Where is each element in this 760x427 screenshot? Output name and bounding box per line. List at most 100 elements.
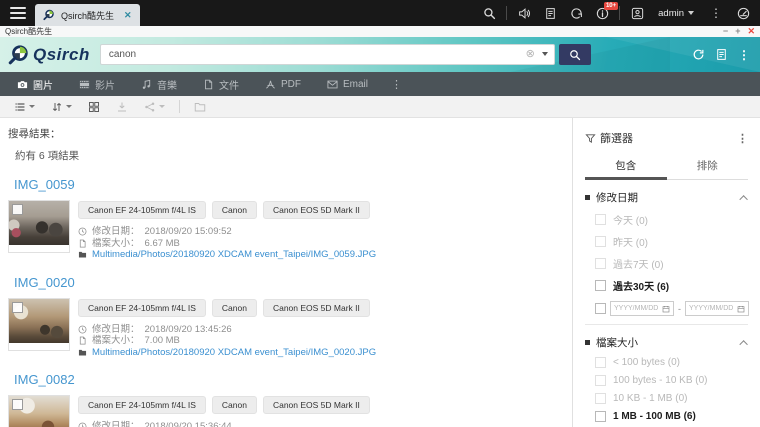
checkbox[interactable] [595, 411, 606, 422]
result-title-link[interactable]: IMG_0059 [14, 177, 75, 192]
search-dropdown-icon[interactable] [542, 52, 548, 56]
tag-pill[interactable]: Canon EF 24-105mm f/4L IS [78, 396, 206, 414]
tab-videos[interactable]: 影片 [66, 72, 128, 96]
tag-pill[interactable]: Canon [212, 299, 257, 317]
checkbox[interactable] [595, 303, 606, 314]
notification-icon[interactable]: 10+ [589, 0, 615, 26]
download-button[interactable] [110, 99, 134, 115]
date-from-input[interactable] [614, 305, 662, 312]
checkbox[interactable] [595, 258, 606, 269]
filter-tab-include[interactable]: 包含 [585, 158, 667, 179]
select-checkbox[interactable] [12, 204, 23, 215]
result-thumbnail[interactable] [8, 395, 70, 427]
chevron-up-icon [739, 195, 747, 203]
close-button[interactable]: ✕ [747, 27, 755, 36]
volume-icon[interactable] [511, 0, 537, 26]
filter-option-100bytes-10kb[interactable]: 100 bytes - 10 KB (0) [585, 375, 748, 386]
tab-music[interactable]: 音樂 [128, 72, 190, 96]
filter-title: 篩選器 [600, 130, 633, 146]
camera-icon [17, 79, 28, 90]
filter-option-past-30-days[interactable]: 過去30天 (6) [585, 278, 748, 293]
result-thumbnail[interactable] [8, 298, 70, 351]
thumbnail-size-button[interactable] [82, 99, 106, 115]
tag-pill[interactable]: Canon [212, 201, 257, 219]
desktop-bar-actions: 10+ admin ⋮ [476, 0, 760, 26]
tab-email[interactable]: Email [314, 72, 381, 96]
date-to-input[interactable] [689, 305, 737, 312]
tab-pdf[interactable]: PDF [252, 72, 314, 96]
calendar-icon[interactable] [737, 305, 745, 313]
header-more-icon[interactable]: ⋮ [738, 48, 750, 62]
filter-option-1mb-100mb[interactable]: 1 MB - 100 MB (6) [585, 411, 748, 422]
result-title-link[interactable]: IMG_0082 [14, 372, 75, 387]
filter-tab-exclude[interactable]: 排除 [667, 158, 749, 179]
search-button[interactable] [559, 44, 591, 65]
qts-desktop: Qsirch酷先生 ✕ 10+ admin ⋮ Qsirch酷先生 − [0, 0, 760, 427]
user-icon[interactable] [624, 0, 650, 26]
tab-documents[interactable]: 文件 [190, 72, 252, 96]
open-folder-button[interactable] [188, 99, 212, 115]
file-path-link[interactable]: Multimedia/Photos/20180920 XDCAM event_T… [92, 249, 376, 261]
checkbox[interactable] [595, 280, 606, 291]
share-icon [144, 101, 156, 113]
section-header[interactable]: 修改日期 [585, 190, 748, 205]
tag-pill[interactable]: Canon EOS 5D Mark II [263, 299, 370, 317]
option-label: 1 MB - 100 MB (6) [613, 411, 696, 422]
tag-pill[interactable]: Canon [212, 396, 257, 414]
tab-label: 圖片 [33, 77, 53, 92]
app-tab-qsirch[interactable]: Qsirch酷先生 ✕ [35, 4, 140, 26]
checkbox[interactable] [595, 214, 606, 225]
search-results: 搜尋結果： 約有 6 項結果 IMG_0059 Canon EF 24-105m… [0, 118, 572, 427]
result-title-link[interactable]: IMG_0020 [14, 275, 75, 290]
tag-pill[interactable]: Canon EOS 5D Mark II [263, 396, 370, 414]
tag-pill[interactable]: Canon EF 24-105mm f/4L IS [78, 201, 206, 219]
category-more-icon[interactable]: ⋮ [381, 78, 412, 91]
filter-option-past-7-days[interactable]: 過去7天 (0) [585, 256, 748, 271]
filter-option-10kb-1mb[interactable]: 10 KB - 1 MB (0) [585, 393, 748, 404]
file-path-link[interactable]: Multimedia/Photos/20180920 XDCAM event_T… [92, 347, 376, 359]
search-input[interactable] [100, 44, 555, 65]
qsirch-header: Qsirch ⊗ ⋮ [0, 37, 760, 72]
refresh-icon[interactable] [692, 48, 705, 61]
tag-pill[interactable]: Canon EF 24-105mm f/4L IS [78, 299, 206, 317]
filter-option-under-100-bytes[interactable]: < 100 bytes (0) [585, 357, 748, 368]
more-options-icon[interactable]: ⋮ [702, 6, 730, 20]
admin-menu[interactable]: admin [650, 8, 702, 19]
tab-images[interactable]: 圖片 [4, 72, 66, 96]
filter-more-icon[interactable]: ⋮ [737, 132, 748, 145]
view-mode-button[interactable] [8, 99, 41, 115]
app-tab-label: Qsirch酷先生 [61, 9, 114, 22]
checkbox[interactable] [595, 236, 606, 247]
background-task-icon[interactable] [537, 0, 563, 26]
modified-date-row: 修改日期： 2018/09/20 13:45:26 [78, 324, 376, 336]
feedback-icon[interactable] [715, 48, 728, 61]
tag-pill[interactable]: Canon EOS 5D Mark II [263, 201, 370, 219]
resource-monitor-icon[interactable] [730, 0, 756, 26]
minimize-button[interactable]: − [723, 27, 728, 36]
results-count: 約有 6 項結果 [15, 148, 562, 163]
section-header[interactable]: 檔案大小 [585, 335, 748, 350]
checkbox[interactable] [595, 393, 606, 404]
clear-search-icon[interactable]: ⊗ [526, 47, 535, 61]
filter-option-today[interactable]: 今天 (0) [585, 212, 748, 227]
filter-option-yesterday[interactable]: 昨天 (0) [585, 234, 748, 249]
maximize-button[interactable]: + [735, 27, 740, 36]
checkbox[interactable] [595, 357, 606, 368]
sort-button[interactable] [45, 99, 78, 115]
desktop-search-icon[interactable] [476, 0, 502, 26]
main-menu-icon[interactable] [10, 7, 26, 19]
date-separator: - [678, 304, 681, 314]
select-checkbox[interactable] [12, 399, 23, 410]
checkbox[interactable] [595, 375, 606, 386]
sync-icon[interactable] [563, 0, 589, 26]
tab-close-icon[interactable]: ✕ [124, 10, 132, 21]
select-checkbox[interactable] [12, 302, 23, 313]
chevron-down-icon [29, 105, 35, 108]
qsirch-logo-icon [43, 9, 55, 21]
result-thumbnail[interactable] [8, 200, 70, 253]
notification-badge: 10+ [604, 2, 618, 10]
window-title-bar: Qsirch酷先生 − + ✕ [0, 26, 760, 37]
qsirch-magnifier-icon [8, 44, 30, 66]
calendar-icon[interactable] [662, 305, 670, 313]
share-button[interactable] [138, 99, 171, 115]
